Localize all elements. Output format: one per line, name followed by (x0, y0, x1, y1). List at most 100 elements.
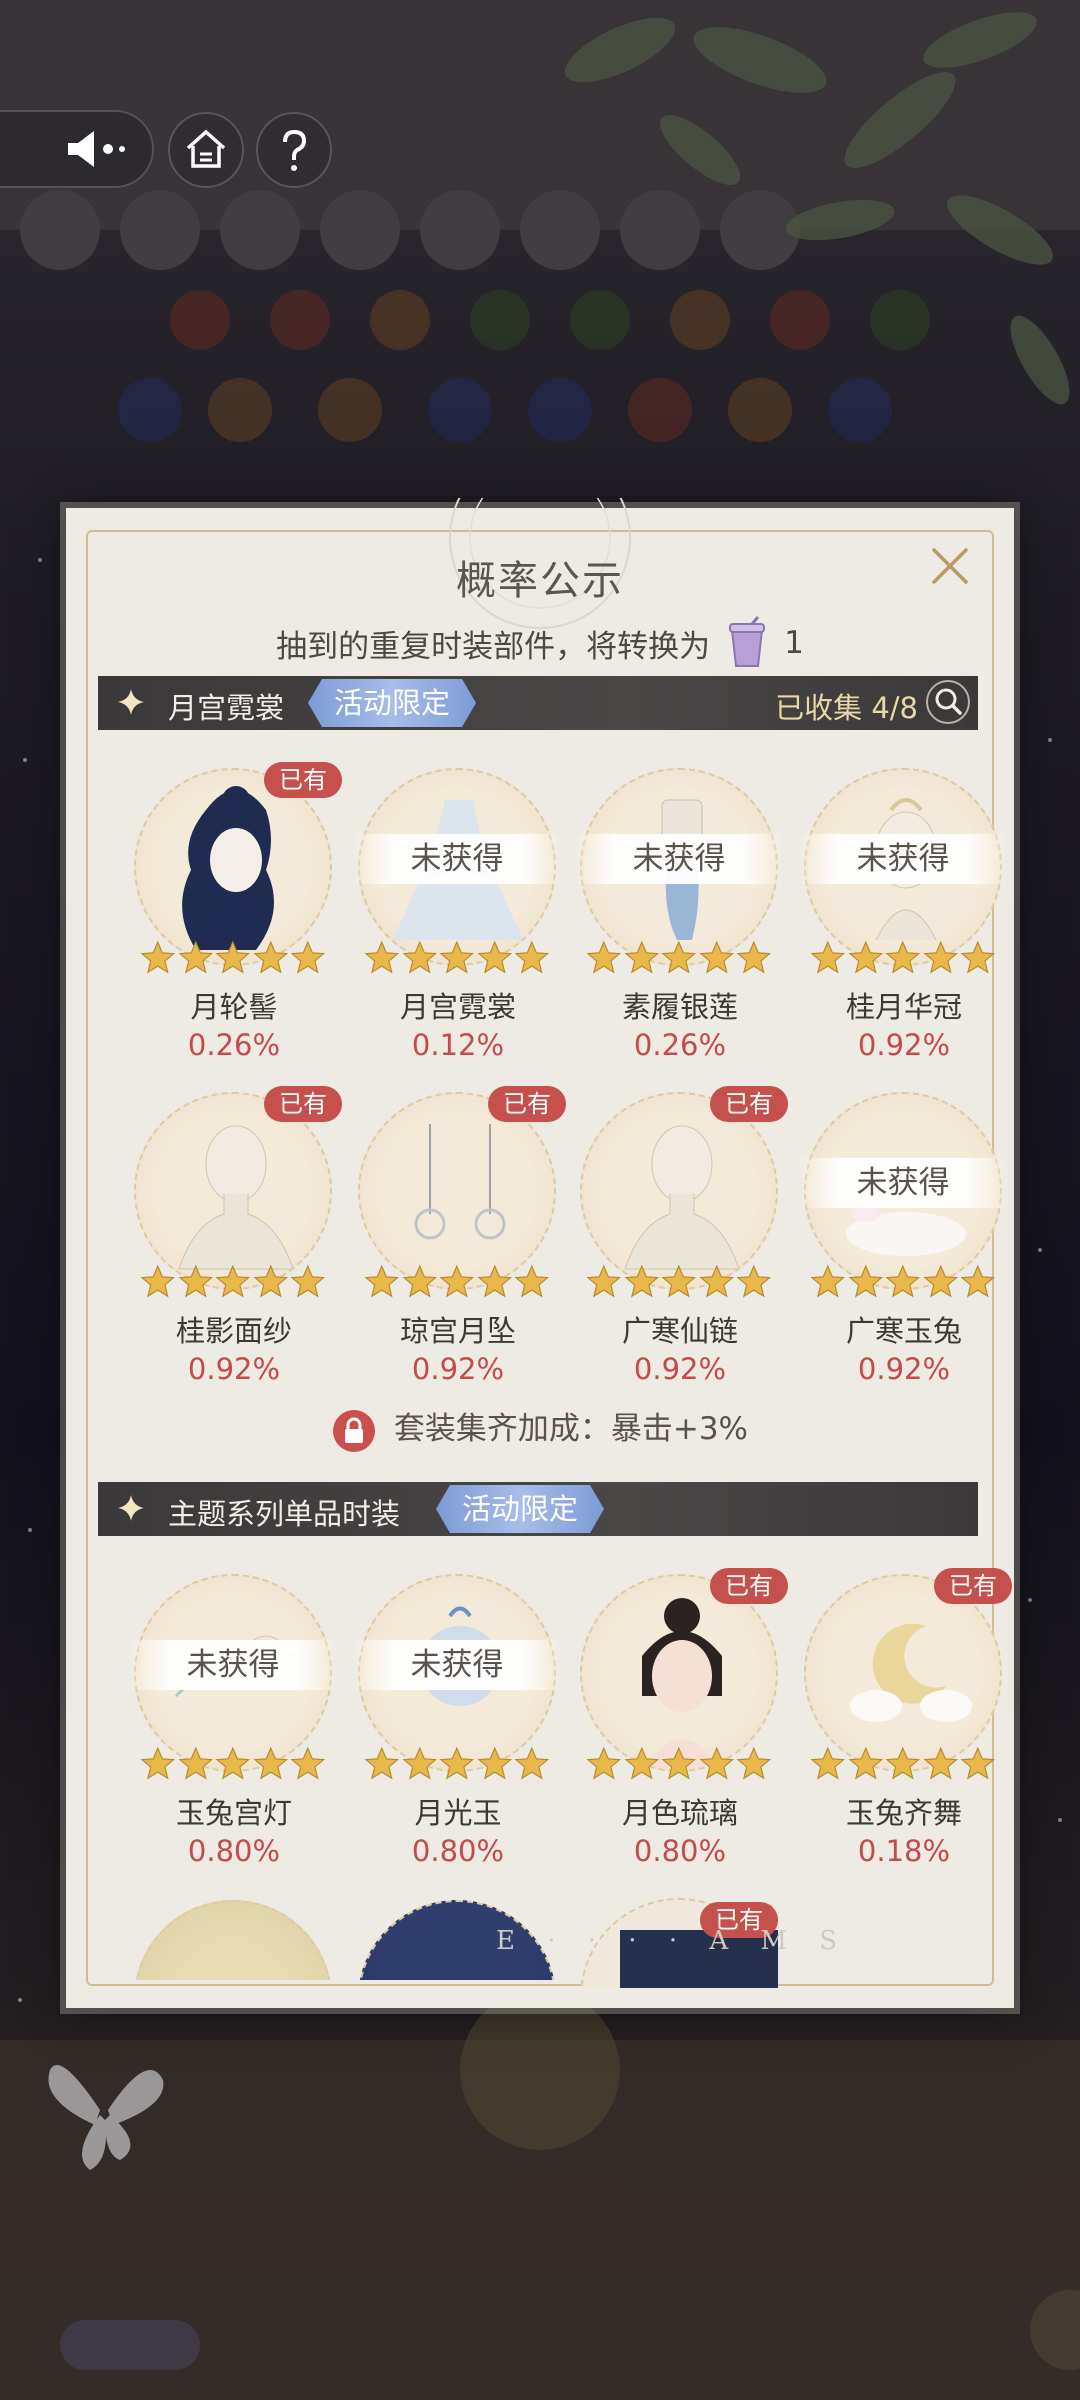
item-name: 广寒仙链 (621, 1314, 738, 1348)
rarity-stars (810, 1746, 996, 1786)
star-icon (439, 1264, 475, 1298)
owned-badge: 已有 (710, 1568, 788, 1604)
item-card[interactable]: 已有 广寒仙链 0.92% (580, 1086, 788, 1402)
decorative-watermark: E · · · · A M S (496, 1926, 850, 1956)
section-title: 主题系列单品时装 (168, 1497, 401, 1531)
item-card[interactable]: 已有月轮髻 0.26% (134, 762, 342, 1078)
home-icon (186, 129, 226, 168)
item-art (850, 1623, 972, 1722)
conversion-text: 抽到的重复时装部件，将转换为 (276, 628, 711, 665)
collected-count: 已收集 4/8 (775, 691, 918, 725)
star-icon (810, 1746, 846, 1780)
star-icon (402, 1746, 437, 1780)
rarity-stars (586, 940, 772, 980)
star-icon (215, 940, 251, 974)
star-icon (624, 1746, 659, 1780)
set-bonus-text: 套装集齐加成：暴击+3% (393, 1411, 748, 1447)
star-icon (253, 1746, 288, 1780)
star-icon (848, 940, 883, 974)
star-icon (364, 1746, 400, 1780)
item-name: 素履银莲 (621, 990, 738, 1024)
item-probability: 0.26% (187, 1028, 281, 1062)
item-card[interactable]: 已有 玉兔齐舞 0.18% (804, 1568, 1012, 1884)
star-icon (810, 1264, 846, 1298)
limited-tag: 活动限定 (436, 1485, 604, 1533)
not-obtained-label: 未获得 (798, 834, 1008, 884)
star-icon (477, 1746, 512, 1780)
star-icon (514, 1746, 550, 1780)
star-icon (364, 1264, 400, 1298)
item-name: 琼宫月坠 (399, 1314, 516, 1348)
star-icon (439, 940, 475, 974)
close-button[interactable] (926, 542, 974, 590)
item-card[interactable]: 已有 月色琉璃 0.80% (580, 1568, 788, 1884)
speaker-icon (68, 131, 125, 167)
item-card[interactable]: 未获得 广寒玉兔 0.92% (798, 1092, 1008, 1402)
item-card[interactable]: 已有 桂影面纱 0.92% (134, 1086, 342, 1402)
rarity-stars (810, 940, 996, 980)
owned-badge: 已有 (264, 762, 342, 798)
home-button[interactable] (168, 112, 244, 188)
star-icon (736, 940, 772, 974)
star-icon (140, 940, 176, 974)
item-card[interactable]: 未获得桂月华冠 0.92% (798, 768, 1008, 1078)
star-icon (848, 1746, 883, 1780)
lock-icon (332, 1409, 375, 1452)
section-title: 月宫霓裳 (168, 691, 285, 725)
rarity-stars (140, 1746, 326, 1786)
conversion-note: 抽到的重复时装部件，将转换为 1 (66, 616, 1014, 670)
sound-toggle-button[interactable] (0, 110, 154, 188)
item-probability: 0.26% (633, 1028, 727, 1062)
star-icon (215, 1264, 251, 1298)
conversion-count: 1 (784, 625, 804, 661)
star-icon (736, 1746, 772, 1780)
star-icon (960, 940, 996, 974)
star-icon (586, 940, 622, 974)
star-icon (253, 940, 288, 974)
item-card[interactable]: 已有 琼宫月坠 0.92% (358, 1086, 566, 1402)
probability-modal: 概率公示 抽到的重复时装部件，将转换为 1 月宫霓裳 活动限定 已收集 4/8 (66, 498, 1014, 2008)
star-icon (960, 1746, 996, 1780)
item-art (624, 1125, 740, 1270)
item-card[interactable]: 未获得 月光玉 0.80% (352, 1574, 562, 1884)
star-icon (290, 1746, 326, 1780)
star-icon (477, 940, 512, 974)
item-probability: 0.92% (411, 1352, 505, 1386)
question-icon (283, 129, 307, 171)
not-obtained-label: 未获得 (574, 834, 784, 884)
star-icon (439, 1746, 475, 1780)
star-icon (848, 1264, 883, 1298)
item-name: 月轮髻 (190, 990, 278, 1024)
preview-search-button[interactable] (926, 680, 970, 724)
star-icon (661, 1746, 697, 1780)
star-icon (477, 1264, 512, 1298)
rarity-stars (140, 940, 326, 980)
item-name: 桂月华冠 (845, 990, 962, 1024)
item-card[interactable]: 未获得 月宫霓裳 0.12% (352, 768, 562, 1078)
item-art (642, 1598, 722, 1770)
star-icon (402, 1264, 437, 1298)
star-icon (624, 1264, 659, 1298)
star-icon (290, 940, 326, 974)
star-icon (661, 940, 697, 974)
partial-item-card[interactable] (134, 1900, 332, 1980)
sparkle-icon (118, 689, 144, 715)
sparkle-icon (118, 1495, 144, 1521)
star-icon (699, 1746, 734, 1780)
star-icon (923, 1746, 958, 1780)
help-button[interactable] (256, 112, 332, 188)
set-bonus: 套装集齐加成：暴击+3% (66, 1403, 1014, 1453)
item-card[interactable]: 未获得 玉兔宫灯 0.80% (128, 1574, 338, 1884)
star-icon (885, 1746, 921, 1780)
item-card[interactable]: 未获得素履银莲 0.26% (574, 768, 784, 1078)
item-probability: 0.92% (857, 1028, 951, 1062)
item-name: 桂影面纱 (175, 1314, 292, 1348)
not-obtained-label: 未获得 (798, 1158, 1008, 1208)
owned-badge: 已有 (934, 1568, 1012, 1604)
owned-badge: 已有 (710, 1086, 788, 1122)
item-probability: 0.12% (411, 1028, 505, 1062)
star-icon (699, 1264, 734, 1298)
not-obtained-label: 未获得 (352, 1640, 562, 1690)
rarity-stars (364, 940, 550, 980)
section-header-moon-palace: 月宫霓裳 活动限定 已收集 4/8 (98, 676, 978, 730)
